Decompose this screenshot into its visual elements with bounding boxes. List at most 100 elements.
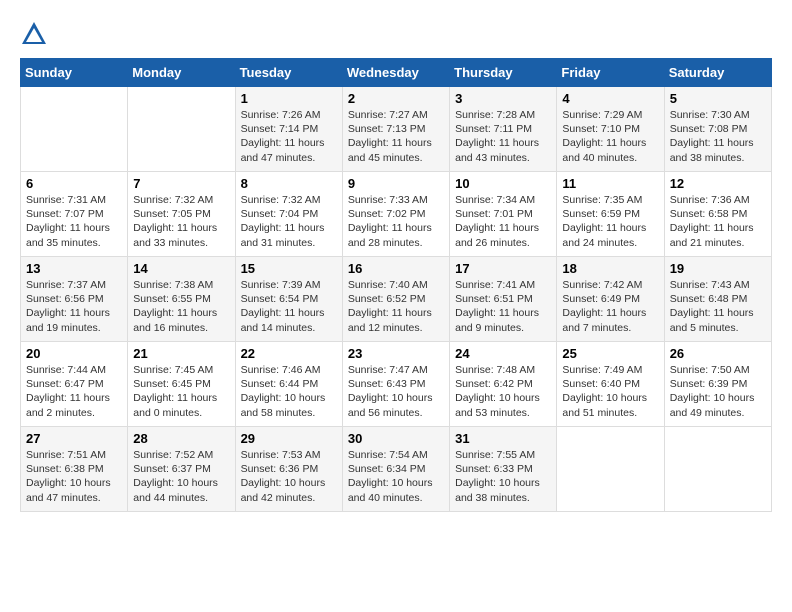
day-number: 12 [670, 176, 766, 191]
day-info: Sunrise: 7:32 AMSunset: 7:04 PMDaylight:… [241, 193, 337, 250]
day-number: 4 [562, 91, 658, 106]
day-info: Sunrise: 7:42 AMSunset: 6:49 PMDaylight:… [562, 278, 658, 335]
weekday-header-wednesday: Wednesday [342, 59, 449, 87]
day-info: Sunrise: 7:34 AMSunset: 7:01 PMDaylight:… [455, 193, 551, 250]
calendar-cell: 21 Sunrise: 7:45 AMSunset: 6:45 PMDayligh… [128, 342, 235, 427]
day-number: 13 [26, 261, 122, 276]
calendar-row-4: 20 Sunrise: 7:44 AMSunset: 6:47 PMDayligh… [21, 342, 772, 427]
day-info: Sunrise: 7:48 AMSunset: 6:42 PMDaylight:… [455, 363, 551, 420]
calendar-cell: 30 Sunrise: 7:54 AMSunset: 6:34 PMDayligh… [342, 427, 449, 512]
day-info: Sunrise: 7:28 AMSunset: 7:11 PMDaylight:… [455, 108, 551, 165]
calendar-cell: 6 Sunrise: 7:31 AMSunset: 7:07 PMDaylight… [21, 172, 128, 257]
day-number: 16 [348, 261, 444, 276]
day-info: Sunrise: 7:44 AMSunset: 6:47 PMDaylight:… [26, 363, 122, 420]
calendar-row-5: 27 Sunrise: 7:51 AMSunset: 6:38 PMDayligh… [21, 427, 772, 512]
day-number: 15 [241, 261, 337, 276]
weekday-header-thursday: Thursday [450, 59, 557, 87]
weekday-header-tuesday: Tuesday [235, 59, 342, 87]
day-number: 2 [348, 91, 444, 106]
day-info: Sunrise: 7:46 AMSunset: 6:44 PMDaylight:… [241, 363, 337, 420]
weekday-header-monday: Monday [128, 59, 235, 87]
calendar-cell: 14 Sunrise: 7:38 AMSunset: 6:55 PMDayligh… [128, 257, 235, 342]
day-info: Sunrise: 7:40 AMSunset: 6:52 PMDaylight:… [348, 278, 444, 335]
calendar-cell: 7 Sunrise: 7:32 AMSunset: 7:05 PMDaylight… [128, 172, 235, 257]
day-info: Sunrise: 7:51 AMSunset: 6:38 PMDaylight:… [26, 448, 122, 505]
day-number: 29 [241, 431, 337, 446]
day-info: Sunrise: 7:38 AMSunset: 6:55 PMDaylight:… [133, 278, 229, 335]
day-number: 26 [670, 346, 766, 361]
day-info: Sunrise: 7:54 AMSunset: 6:34 PMDaylight:… [348, 448, 444, 505]
calendar-cell: 16 Sunrise: 7:40 AMSunset: 6:52 PMDayligh… [342, 257, 449, 342]
calendar-body: 1Sunrise: 7:26 AMSunset: 7:14 PMDaylight… [21, 87, 772, 512]
calendar-row-2: 6 Sunrise: 7:31 AMSunset: 7:07 PMDaylight… [21, 172, 772, 257]
day-info: Sunrise: 7:27 AMSunset: 7:13 PMDaylight:… [348, 108, 444, 165]
day-number: 30 [348, 431, 444, 446]
day-number: 3 [455, 91, 551, 106]
day-info: Sunrise: 7:33 AMSunset: 7:02 PMDaylight:… [348, 193, 444, 250]
logo-icon [20, 20, 48, 48]
day-info: Sunrise: 7:41 AMSunset: 6:51 PMDaylight:… [455, 278, 551, 335]
calendar-cell: 27 Sunrise: 7:51 AMSunset: 6:38 PMDayligh… [21, 427, 128, 512]
calendar-row-3: 13 Sunrise: 7:37 AMSunset: 6:56 PMDayligh… [21, 257, 772, 342]
day-info: Sunrise: 7:26 AMSunset: 7:14 PMDaylight:… [241, 108, 337, 165]
calendar-cell: 28 Sunrise: 7:52 AMSunset: 6:37 PMDayligh… [128, 427, 235, 512]
day-info: Sunrise: 7:49 AMSunset: 6:40 PMDaylight:… [562, 363, 658, 420]
day-info: Sunrise: 7:45 AMSunset: 6:45 PMDaylight:… [133, 363, 229, 420]
calendar-cell: 2 Sunrise: 7:27 AMSunset: 7:13 PMDaylight… [342, 87, 449, 172]
calendar-cell: 11 Sunrise: 7:35 AMSunset: 6:59 PMDayligh… [557, 172, 664, 257]
day-number: 18 [562, 261, 658, 276]
day-number: 5 [670, 91, 766, 106]
calendar-cell: 18 Sunrise: 7:42 AMSunset: 6:49 PMDayligh… [557, 257, 664, 342]
day-info: Sunrise: 7:55 AMSunset: 6:33 PMDaylight:… [455, 448, 551, 505]
day-number: 21 [133, 346, 229, 361]
calendar-cell [21, 87, 128, 172]
day-number: 7 [133, 176, 229, 191]
day-number: 20 [26, 346, 122, 361]
day-number: 11 [562, 176, 658, 191]
weekday-header-saturday: Saturday [664, 59, 771, 87]
calendar-cell: 19 Sunrise: 7:43 AMSunset: 6:48 PMDayligh… [664, 257, 771, 342]
weekday-header-sunday: Sunday [21, 59, 128, 87]
day-info: Sunrise: 7:31 AMSunset: 7:07 PMDaylight:… [26, 193, 122, 250]
calendar-cell: 23Sunrise: 7:47 AMSunset: 6:43 PMDayligh… [342, 342, 449, 427]
day-info: Sunrise: 7:52 AMSunset: 6:37 PMDaylight:… [133, 448, 229, 505]
day-number: 31 [455, 431, 551, 446]
calendar-cell: 25Sunrise: 7:49 AMSunset: 6:40 PMDayligh… [557, 342, 664, 427]
calendar-cell: 26Sunrise: 7:50 AMSunset: 6:39 PMDayligh… [664, 342, 771, 427]
calendar-cell [128, 87, 235, 172]
day-number: 28 [133, 431, 229, 446]
day-number: 22 [241, 346, 337, 361]
calendar-cell: 5 Sunrise: 7:30 AMSunset: 7:08 PMDaylight… [664, 87, 771, 172]
calendar-cell: 22 Sunrise: 7:46 AMSunset: 6:44 PMDayligh… [235, 342, 342, 427]
day-info: Sunrise: 7:39 AMSunset: 6:54 PMDaylight:… [241, 278, 337, 335]
day-number: 8 [241, 176, 337, 191]
calendar-cell: 9 Sunrise: 7:33 AMSunset: 7:02 PMDaylight… [342, 172, 449, 257]
page-header [20, 20, 772, 48]
day-info: Sunrise: 7:32 AMSunset: 7:05 PMDaylight:… [133, 193, 229, 250]
day-number: 14 [133, 261, 229, 276]
day-info: Sunrise: 7:35 AMSunset: 6:59 PMDaylight:… [562, 193, 658, 250]
calendar-cell: 10Sunrise: 7:34 AMSunset: 7:01 PMDayligh… [450, 172, 557, 257]
logo [20, 20, 52, 48]
header-row: SundayMondayTuesdayWednesdayThursdayFrid… [21, 59, 772, 87]
calendar-cell: 20 Sunrise: 7:44 AMSunset: 6:47 PMDayligh… [21, 342, 128, 427]
day-number: 27 [26, 431, 122, 446]
weekday-header-friday: Friday [557, 59, 664, 87]
day-number: 19 [670, 261, 766, 276]
day-number: 6 [26, 176, 122, 191]
day-info: Sunrise: 7:30 AMSunset: 7:08 PMDaylight:… [670, 108, 766, 165]
calendar-cell: 8 Sunrise: 7:32 AMSunset: 7:04 PMDaylight… [235, 172, 342, 257]
day-info: Sunrise: 7:29 AMSunset: 7:10 PMDaylight:… [562, 108, 658, 165]
calendar-cell: 13 Sunrise: 7:37 AMSunset: 6:56 PMDayligh… [21, 257, 128, 342]
day-info: Sunrise: 7:53 AMSunset: 6:36 PMDaylight:… [241, 448, 337, 505]
calendar-cell: 17Sunrise: 7:41 AMSunset: 6:51 PMDayligh… [450, 257, 557, 342]
day-number: 24 [455, 346, 551, 361]
calendar-table: SundayMondayTuesdayWednesdayThursdayFrid… [20, 58, 772, 512]
day-number: 9 [348, 176, 444, 191]
calendar-cell: 1Sunrise: 7:26 AMSunset: 7:14 PMDaylight… [235, 87, 342, 172]
calendar-cell [664, 427, 771, 512]
calendar-header: SundayMondayTuesdayWednesdayThursdayFrid… [21, 59, 772, 87]
calendar-cell: 31 Sunrise: 7:55 AMSunset: 6:33 PMDayligh… [450, 427, 557, 512]
day-info: Sunrise: 7:37 AMSunset: 6:56 PMDaylight:… [26, 278, 122, 335]
day-info: Sunrise: 7:43 AMSunset: 6:48 PMDaylight:… [670, 278, 766, 335]
